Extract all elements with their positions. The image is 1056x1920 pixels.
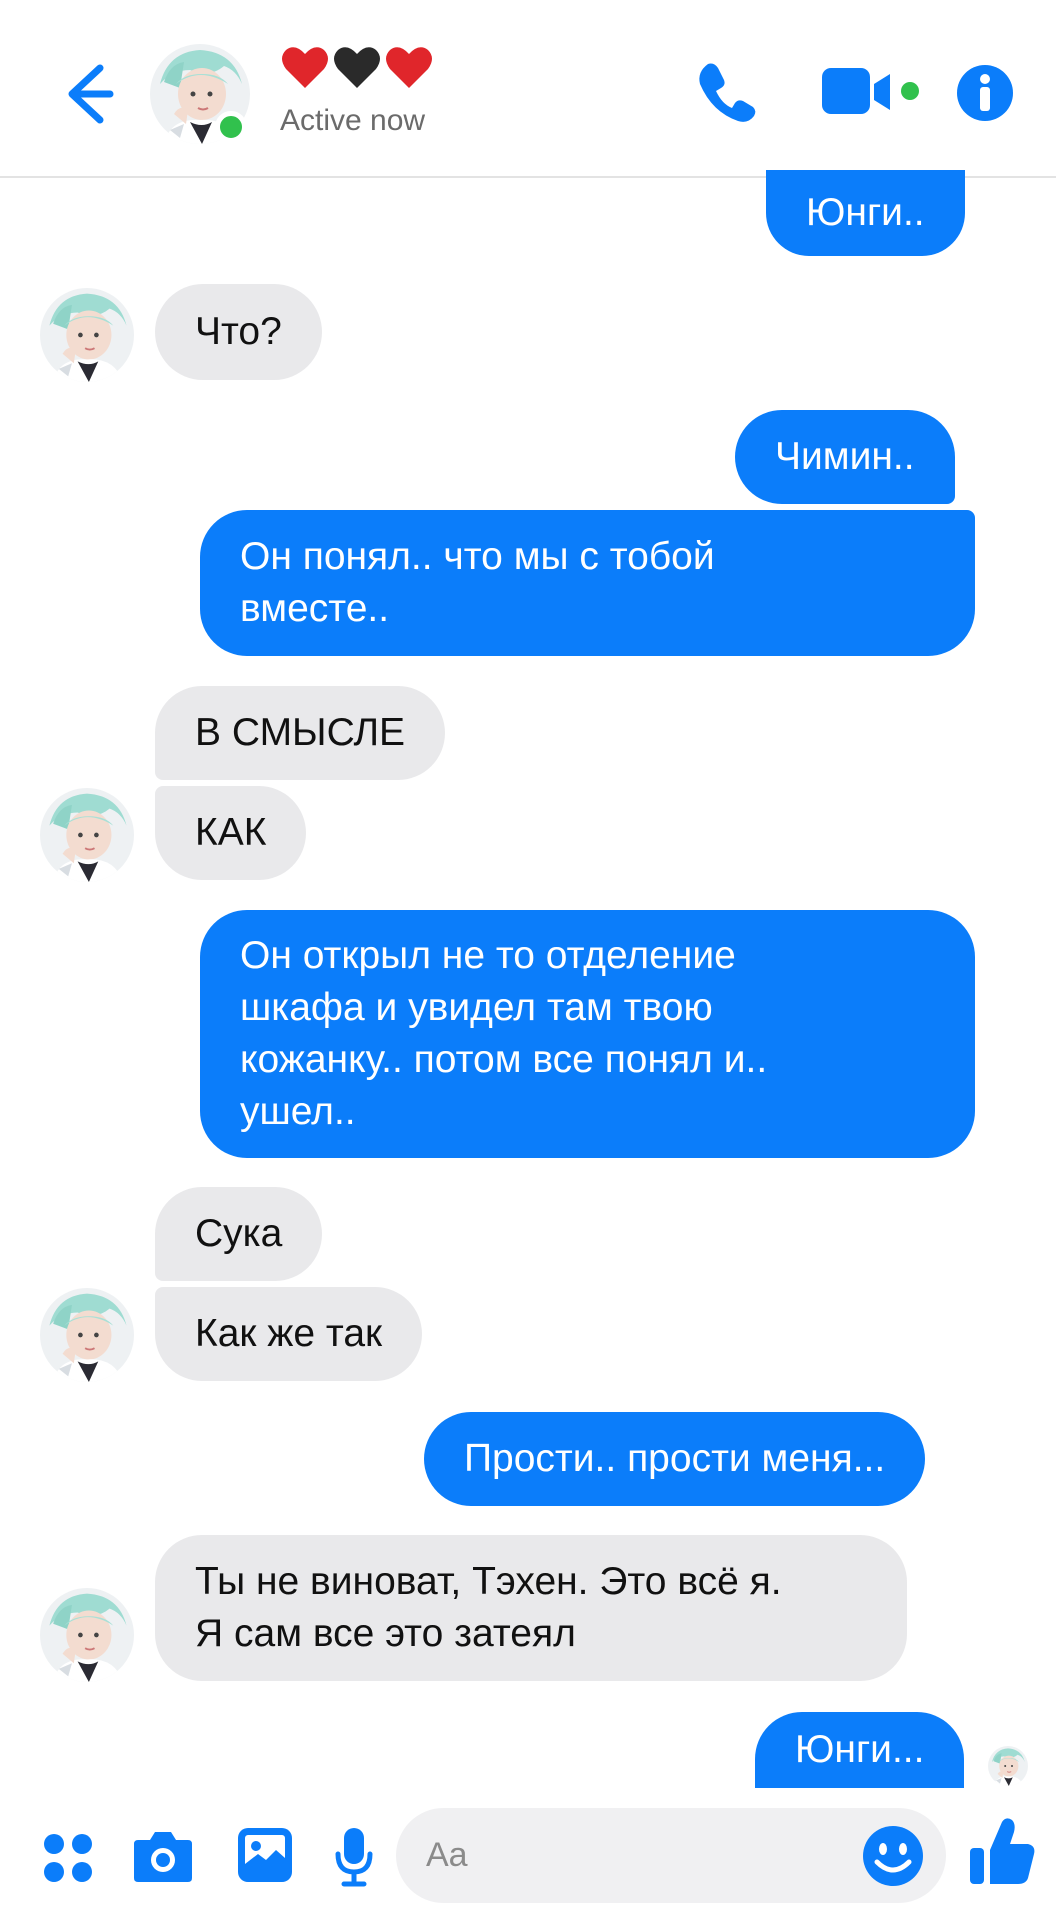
message-outgoing[interactable]: Он понял.. что мы с тобой вместе.. xyxy=(200,510,975,656)
message-outgoing[interactable]: Он открыл не то отделение шкафа и увидел… xyxy=(200,910,975,1158)
message-outgoing[interactable]: Юнги.. xyxy=(766,170,965,256)
message-incoming[interactable]: Как же так xyxy=(155,1287,423,1381)
seen-avatar xyxy=(988,1746,1028,1786)
composer-bar xyxy=(0,1788,1056,1920)
back-button[interactable] xyxy=(48,56,128,126)
message-composer[interactable] xyxy=(396,1808,946,1903)
black-heart-icon xyxy=(334,47,380,88)
info-button[interactable] xyxy=(956,64,1014,127)
sender-avatar[interactable] xyxy=(40,288,134,382)
info-icon xyxy=(957,65,1013,121)
message-incoming[interactable]: Сука xyxy=(155,1187,323,1281)
camera-icon xyxy=(134,1832,192,1882)
message-incoming[interactable]: В СМЫСЛЕ xyxy=(155,686,446,780)
phone-icon xyxy=(699,63,756,122)
image-icon xyxy=(238,1828,292,1882)
like-button[interactable] xyxy=(968,1816,1038,1893)
gallery-button[interactable] xyxy=(236,1826,294,1889)
sender-avatar[interactable] xyxy=(40,1288,134,1382)
thumbs-up-icon xyxy=(970,1818,1035,1884)
active-status: Active now xyxy=(280,104,426,137)
voice-button[interactable] xyxy=(334,1826,374,1893)
camera-button[interactable] xyxy=(132,1828,194,1889)
apps-button[interactable] xyxy=(42,1832,94,1889)
message-input[interactable] xyxy=(426,1830,846,1880)
message-outgoing[interactable]: Прости.. прости меня... xyxy=(424,1412,926,1506)
emoji-smile-icon xyxy=(863,1826,923,1886)
message-incoming[interactable]: КАК xyxy=(155,786,307,880)
video-camera-icon xyxy=(822,68,919,114)
sender-avatar[interactable] xyxy=(40,788,134,882)
red-heart-icon xyxy=(386,47,432,88)
sender-avatar[interactable] xyxy=(40,1588,134,1682)
emoji-button[interactable] xyxy=(861,1824,925,1893)
apps-grid-icon xyxy=(44,1834,92,1882)
message-outgoing[interactable]: Чимин.. xyxy=(735,410,955,504)
message-outgoing[interactable]: Юнги... xyxy=(755,1712,965,1788)
call-button[interactable] xyxy=(694,60,758,129)
red-heart-icon xyxy=(282,47,328,88)
arrow-left-icon xyxy=(68,64,114,124)
video-call-button[interactable] xyxy=(820,66,924,123)
chat-header: Active now xyxy=(0,0,1056,178)
online-indicator xyxy=(215,111,247,143)
microphone-icon xyxy=(335,1828,373,1887)
message-incoming[interactable]: Ты не виноват, Тэхен. Это всё я. Я сам в… xyxy=(155,1535,907,1681)
contact-name-hearts xyxy=(280,44,434,94)
message-incoming[interactable]: Что? xyxy=(155,284,322,380)
